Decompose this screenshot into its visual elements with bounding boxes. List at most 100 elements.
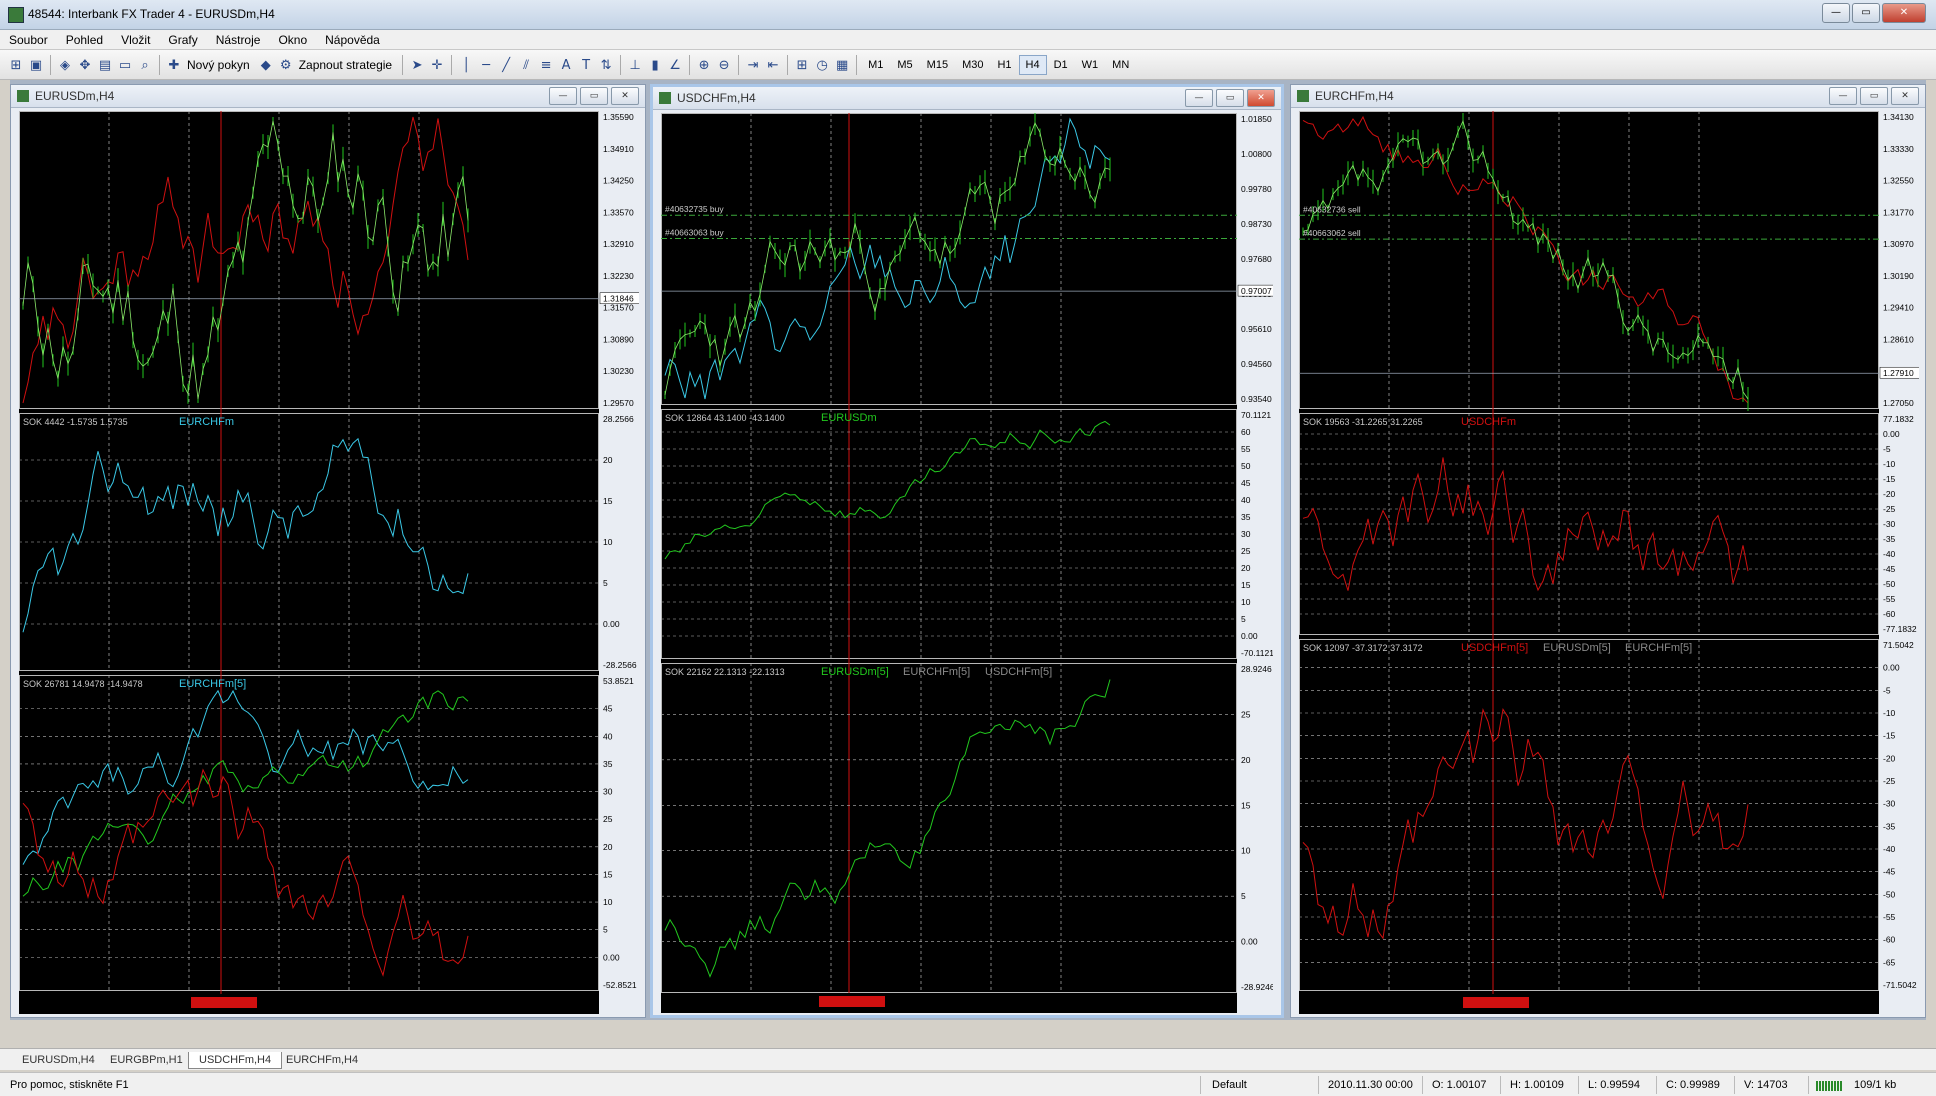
horizontal-line-icon[interactable]: ─ [476, 55, 496, 75]
tab-eurusdm-h4[interactable]: EURUSDm,H4 [12, 1052, 105, 1068]
indicator-tick-label: -5 [1883, 444, 1891, 454]
vertical-line-icon[interactable]: │ [456, 55, 476, 75]
date-tick-label: 7 Dec 20:00 [284, 998, 330, 1008]
tf-m1[interactable]: M1 [861, 55, 890, 75]
date-tick-label: 15 Dec 00:00 [1699, 998, 1750, 1008]
cursor-icon[interactable]: ➤ [407, 55, 427, 75]
indicator-tag: EURUSDm[5] [1543, 642, 1611, 654]
menu-okno[interactable]: Okno [269, 30, 316, 49]
new-order-icon[interactable]: ✚ [164, 55, 184, 75]
chart-close-button[interactable]: ✕ [1247, 89, 1275, 107]
tf-m15[interactable]: M15 [920, 55, 955, 75]
zoom-in-icon[interactable]: ⊕ [694, 55, 714, 75]
close-button[interactable]: ✕ [1882, 3, 1926, 23]
price-tick-label: 1.27050 [1883, 398, 1914, 408]
candle-chart-icon[interactable]: ▮ [645, 55, 665, 75]
arrows-icon[interactable]: ⇅ [596, 55, 616, 75]
chart-canvas[interactable]: 1.34130 1.33330 1.32550 1.31770 1.30970 1.301… [1299, 111, 1919, 1014]
indicator-tick-label: -52.8521 [603, 980, 637, 990]
new-chart-icon[interactable]: ⊞ [6, 55, 26, 75]
templates-icon[interactable]: ▦ [832, 55, 852, 75]
tf-m30[interactable]: M30 [955, 55, 990, 75]
chart-minimize-button[interactable]: — [549, 87, 577, 105]
fibo-icon[interactable]: ≡ [536, 55, 556, 75]
periods-icon[interactable]: ◷ [812, 55, 832, 75]
chart-maximize-button[interactable]: ▭ [580, 87, 608, 105]
tf-w1[interactable]: W1 [1075, 55, 1106, 75]
tf-mn[interactable]: MN [1105, 55, 1136, 75]
indicator-tick-label: -45 [1883, 867, 1896, 877]
chart-maximize-button[interactable]: ▭ [1216, 89, 1244, 107]
menu-vlozit[interactable]: Vložit [112, 30, 159, 49]
channel-icon[interactable]: ⫽ [516, 55, 536, 75]
chart-close-button[interactable]: ✕ [611, 87, 639, 105]
indicator-tick-label: -35 [1883, 821, 1896, 831]
indicator-tick-label: 40 [603, 731, 613, 741]
tf-m5[interactable]: M5 [890, 55, 919, 75]
chart-canvas[interactable]: 1.35590 1.34910 1.34250 1.33570 1.32910 1.322… [19, 111, 639, 1014]
chart-window-title: EURCHFm,H4 [1315, 89, 1394, 103]
status-help: Pro pomoc, stiskněte F1 [10, 1079, 129, 1091]
chart-canvas[interactable]: 1.018501.008000.997800.987300.976800.966… [661, 113, 1273, 1013]
indicator-tag: USDCHFm[5] [985, 666, 1052, 678]
tf-d1[interactable]: D1 [1047, 55, 1075, 75]
tab-eurgbpm-h1[interactable]: EURGBPm,H1 [100, 1052, 193, 1068]
minimize-button[interactable]: — [1822, 3, 1850, 23]
maximize-button[interactable]: ▭ [1852, 3, 1880, 23]
label-icon[interactable]: T [576, 55, 596, 75]
text-icon[interactable]: A [556, 55, 576, 75]
tf-h4[interactable]: H4 [1018, 55, 1047, 75]
new-order-button[interactable]: Nový pokyn [187, 58, 250, 72]
menu-napoveda[interactable]: Nápověda [316, 30, 389, 49]
menu-grafy[interactable]: Grafy [159, 30, 206, 49]
order-label: #40632736 sell [1303, 204, 1361, 214]
strategy-button[interactable]: Zapnout strategie [299, 58, 392, 72]
indicator-tick-label: 28.9246 [1241, 664, 1272, 674]
bar-chart-icon[interactable]: ⊥ [625, 55, 645, 75]
price-tick-label: 1.31770 [1883, 207, 1914, 217]
chart-window-eurchf[interactable]: EURCHFm,H4 — ▭ ✕ 1.34130 1.33330 1.32550 1.31… [1290, 84, 1926, 1018]
chart-maximize-button[interactable]: ▭ [1860, 87, 1888, 105]
line-chart-icon[interactable]: ∠ [665, 55, 685, 75]
tf-h1[interactable]: H1 [990, 55, 1018, 75]
date-tick-label: 23 Nov 2010 [663, 997, 711, 1007]
indicator-tag: EURCHFm[5] [1625, 642, 1692, 654]
crosshair-icon[interactable]: ✛ [427, 55, 447, 75]
price-tick-label: 0.97680 [1241, 254, 1272, 264]
price-tick-label: 1.30970 [1883, 239, 1914, 249]
indicator-label: SOK 22162 22.1313 -22.1313 [665, 667, 785, 677]
folder-icon[interactable]: ▤ [95, 55, 115, 75]
zoom-out-icon[interactable]: ⊖ [714, 55, 734, 75]
menu-soubor[interactable]: Soubor [0, 30, 57, 49]
indicators-icon[interactable]: ⊞ [792, 55, 812, 75]
chart-shift-icon[interactable]: ⇤ [763, 55, 783, 75]
price-tick-label: 1.28610 [1883, 334, 1914, 344]
metaeditor-icon[interactable]: ◆ [256, 55, 276, 75]
price-tick-label: 1.30230 [603, 366, 634, 376]
terminal-icon[interactable]: ▭ [115, 55, 135, 75]
status-high: H: 1.00109 [1510, 1079, 1564, 1091]
indicator-tick-label: 5 [603, 578, 608, 588]
menu-pohled[interactable]: Pohled [57, 30, 112, 49]
indicator-tick-label: 0.00 [1883, 663, 1900, 673]
indicator-tick-label: -60 [1883, 609, 1896, 619]
strategy-icon[interactable]: ⚙ [276, 55, 296, 75]
indicator-tick-label: 71.5042 [1883, 640, 1914, 650]
trendline-icon[interactable]: ╱ [496, 55, 516, 75]
tab-eurchfm-h4[interactable]: EURCHFm,H4 [276, 1052, 368, 1068]
menu-nastroje[interactable]: Nástroje [207, 30, 270, 49]
tester-icon[interactable]: ⌕ [135, 55, 155, 75]
navigator-icon[interactable]: ✥ [75, 55, 95, 75]
price-tick-label: 1.30190 [1883, 271, 1914, 281]
chart-minimize-button[interactable]: — [1829, 87, 1857, 105]
chart-window-usdchf[interactable]: USDCHFm,H4 — ▭ ✕ 1.01850 1.00800 0.99780 0.98… [650, 84, 1284, 1018]
chart-window-eurusd[interactable]: EURUSDm,H4 — ▭ ✕ 1.35590 1.34910 1.34250 1.33… [10, 84, 646, 1018]
autoscroll-icon[interactable]: ⇥ [743, 55, 763, 75]
chart-close-button[interactable]: ✕ [1891, 87, 1919, 105]
status-traffic: 109/1 kb [1854, 1079, 1897, 1091]
profiles-icon[interactable]: ▣ [26, 55, 46, 75]
chart-background [1299, 111, 1879, 1014]
tab-usdchfm-h4[interactable]: USDCHFm,H4 [188, 1052, 283, 1069]
market-watch-icon[interactable]: ◈ [55, 55, 75, 75]
chart-minimize-button[interactable]: — [1185, 89, 1213, 107]
